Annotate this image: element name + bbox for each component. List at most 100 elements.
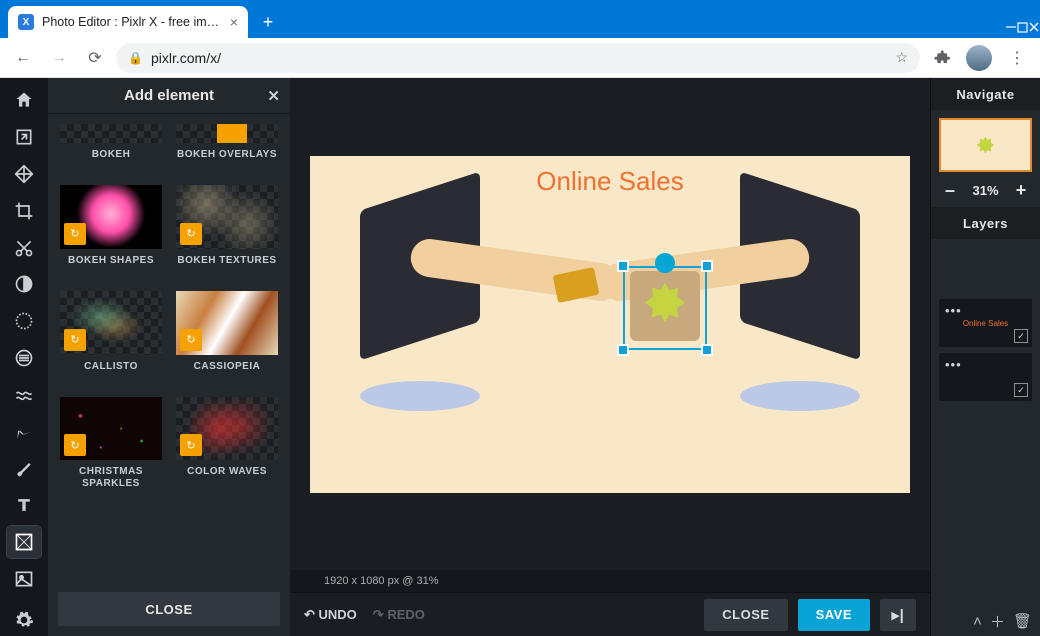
tool-element[interactable] — [7, 526, 41, 559]
panel-title: Add element — [124, 87, 214, 104]
close-label: CLOSE — [722, 607, 769, 622]
tool-settings[interactable] — [7, 603, 41, 636]
redo-button[interactable]: ↷ REDO — [373, 607, 425, 623]
panel-close-button[interactable]: CLOSE — [58, 592, 280, 626]
element-item[interactable]: ↻ CHRISTMAS SPARKLES — [60, 397, 162, 491]
canvas-object-star — [645, 283, 685, 323]
browser-tab[interactable]: X Photo Editor : Pixlr X - free image… × — [8, 6, 248, 38]
element-label: BOKEH — [92, 149, 131, 171]
tool-text[interactable] — [7, 489, 41, 522]
navigate-header: Navigate — [931, 78, 1040, 110]
nav-back[interactable]: ← — [8, 43, 38, 73]
element-thumb: ↻ — [60, 291, 162, 355]
element-item[interactable]: ↻ COLOR WAVES — [176, 397, 278, 491]
browser-toolbar: ← → ⟳ 🔒 pixlr.com/x/ ☆ ⋮ — [0, 38, 1040, 78]
tool-filter[interactable] — [7, 305, 41, 338]
canvas-object-bag — [630, 271, 700, 341]
canvas-object-monitor-left — [340, 191, 510, 391]
tool-cut[interactable] — [7, 231, 41, 264]
zoom-value: 31% — [972, 183, 998, 198]
panel-title-bar: Add element ✕ — [48, 78, 290, 114]
favicon: X — [18, 14, 34, 30]
save-label: SAVE — [816, 607, 852, 622]
save-button[interactable]: SAVE — [798, 599, 870, 631]
right-sidebar: Navigate – 31% + Layers ••• ✓ ••• — [930, 78, 1040, 636]
tool-rail — [0, 78, 48, 636]
panel-close-label: CLOSE — [145, 602, 192, 617]
element-item[interactable]: ↻ BOKEH TEXTURES — [176, 185, 278, 277]
tool-adjust[interactable] — [7, 268, 41, 301]
add-element-panel: Add element ✕ BOKEH BOKEH OVERLAYS — [48, 78, 290, 636]
layer-item[interactable]: ••• ✓ — [939, 353, 1032, 401]
refresh-icon: ↻ — [180, 434, 202, 456]
element-item[interactable]: ↻ BOKEH SHAPES — [60, 185, 162, 277]
tool-resize[interactable] — [7, 121, 41, 154]
layer-up-icon[interactable]: ˄ — [973, 613, 982, 630]
canvas-object-monitor-right — [710, 191, 880, 391]
element-thumb — [176, 124, 278, 143]
layer-menu-icon[interactable]: ••• — [945, 303, 962, 318]
refresh-icon: ↻ — [180, 223, 202, 245]
tool-liquify[interactable] — [7, 342, 41, 375]
refresh-icon: ↻ — [64, 329, 86, 351]
element-thumb: ↻ — [60, 397, 162, 461]
element-label: CALLISTO — [84, 361, 138, 383]
canvas-area: Online Sales — [290, 78, 930, 636]
canvas[interactable]: Online Sales — [310, 156, 910, 493]
new-tab-button[interactable]: + — [254, 8, 282, 36]
bottom-bar: ↶ UNDO ↷ REDO CLOSE SAVE ▸| — [290, 592, 930, 636]
element-label: COLOR WAVES — [187, 466, 267, 488]
navigator-thumbnail[interactable] — [939, 118, 1032, 172]
element-grid[interactable]: BOKEH BOKEH OVERLAYS ↻ BOKEH SHAPES — [48, 114, 290, 584]
element-thumb: ↻ — [176, 291, 278, 355]
window-close[interactable] — [1028, 20, 1040, 38]
nav-reload[interactable]: ⟳ — [80, 43, 110, 73]
tool-crop[interactable] — [7, 194, 41, 227]
tool-move[interactable] — [7, 158, 41, 191]
lock-icon: 🔒 — [128, 51, 143, 65]
tab-title: Photo Editor : Pixlr X - free image… — [42, 15, 222, 29]
element-thumb — [60, 124, 162, 143]
canvas-viewport[interactable]: Online Sales — [290, 78, 930, 570]
zoom-out-button[interactable]: – — [941, 180, 959, 201]
tool-brush[interactable] — [7, 452, 41, 485]
layer-visibility-toggle[interactable]: ✓ — [1014, 329, 1028, 343]
status-text: 1920 x 1080 px @ 31% — [324, 575, 439, 587]
canvas-heading: Online Sales — [536, 166, 683, 197]
bookmark-star-icon[interactable]: ☆ — [895, 49, 908, 66]
layers-list: ••• ✓ ••• Online Sales ✓ ••• ✓ — [931, 239, 1040, 606]
layer-item[interactable]: ••• Online Sales ✓ — [939, 299, 1032, 347]
element-item[interactable]: BOKEH OVERLAYS — [176, 124, 278, 171]
tool-heal[interactable] — [7, 415, 41, 448]
window-maximize[interactable] — [1017, 20, 1028, 38]
add-layer-icon[interactable]: ＋ — [990, 611, 1005, 632]
tool-wave[interactable] — [7, 378, 41, 411]
layers-header: Layers — [931, 207, 1040, 239]
element-thumb: ↻ — [176, 397, 278, 461]
tool-image[interactable] — [7, 562, 41, 595]
zoom-in-button[interactable]: + — [1012, 180, 1030, 201]
element-label: CASSIOPEIA — [194, 361, 261, 383]
element-item[interactable]: BOKEH — [60, 124, 162, 171]
address-bar[interactable]: 🔒 pixlr.com/x/ ☆ — [116, 43, 920, 73]
refresh-icon: ↻ — [64, 223, 86, 245]
refresh-icon: ↻ — [64, 434, 86, 456]
app-window: X Photo Editor : Pixlr X - free image… ×… — [0, 0, 1040, 636]
nav-forward[interactable]: → — [44, 43, 74, 73]
layer-visibility-toggle[interactable]: ✓ — [1014, 383, 1028, 397]
close-button[interactable]: CLOSE — [704, 599, 787, 631]
element-thumb: ↻ — [176, 185, 278, 249]
delete-layer-icon[interactable]: 🗑 — [1013, 612, 1032, 630]
undo-button[interactable]: ↶ UNDO — [304, 607, 357, 623]
chrome-menu[interactable]: ⋮ — [1002, 43, 1032, 73]
panel-close-icon[interactable]: ✕ — [267, 87, 280, 105]
layer-menu-icon[interactable]: ••• — [945, 357, 962, 372]
toggle-panel-button[interactable]: ▸| — [880, 599, 916, 631]
element-item[interactable]: ↻ CALLISTO — [60, 291, 162, 383]
profile-avatar[interactable] — [966, 45, 992, 71]
tab-close-icon[interactable]: × — [230, 14, 238, 30]
window-minimize[interactable] — [1005, 20, 1017, 38]
extensions-icon[interactable] — [926, 43, 956, 73]
element-item[interactable]: ↻ CASSIOPEIA — [176, 291, 278, 383]
tool-home[interactable] — [7, 84, 41, 117]
